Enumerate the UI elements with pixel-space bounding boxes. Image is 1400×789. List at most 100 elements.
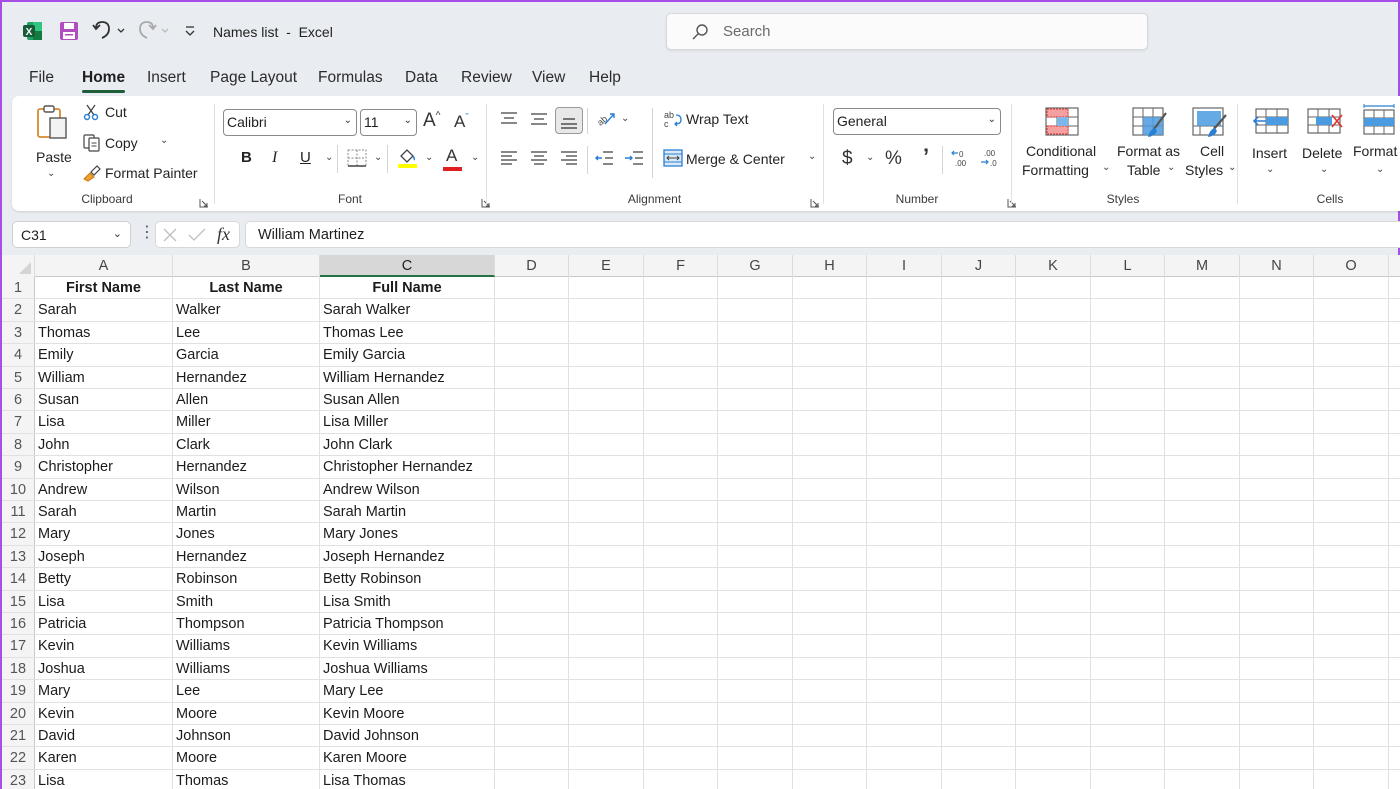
cell-h9[interactable]: [793, 456, 867, 478]
cell-d13[interactable]: [495, 545, 569, 568]
grow-font-button[interactable]: A^: [423, 110, 440, 132]
cell-b17[interactable]: Williams: [173, 635, 320, 657]
formula-input[interactable]: William Martinez: [245, 221, 1400, 248]
cell-h19[interactable]: [793, 680, 867, 702]
cell-i8[interactable]: [867, 433, 942, 456]
cell-e4[interactable]: [569, 344, 644, 366]
cell-a18[interactable]: Joshua: [35, 657, 173, 680]
cell-o18[interactable]: [1314, 657, 1389, 680]
cell-a5[interactable]: William: [35, 366, 173, 388]
cell-j9[interactable]: [942, 456, 1016, 478]
cell-m4[interactable]: [1165, 344, 1240, 366]
cell-k16[interactable]: [1016, 613, 1091, 635]
cell-l16[interactable]: [1091, 613, 1165, 635]
column-header-d[interactable]: D: [495, 255, 569, 277]
align-center-button[interactable]: [530, 150, 548, 171]
cell-i22[interactable]: [867, 747, 942, 769]
cell-a2[interactable]: Sarah: [35, 299, 173, 321]
cell-a9[interactable]: Christopher: [35, 456, 173, 478]
cell-a10[interactable]: Andrew: [35, 478, 173, 500]
cell-n12[interactable]: [1240, 523, 1314, 545]
cell-c12[interactable]: Mary Jones: [320, 523, 495, 545]
cell-m3[interactable]: [1165, 321, 1240, 344]
increase-decimal-button[interactable]: 0 .00: [950, 147, 972, 174]
row-header[interactable]: 1: [2, 277, 35, 299]
cell-l13[interactable]: [1091, 545, 1165, 568]
cell-b20[interactable]: Moore: [173, 702, 320, 724]
cell-f2[interactable]: [644, 299, 718, 321]
row-header[interactable]: 14: [2, 568, 35, 590]
row-header[interactable]: 6: [2, 389, 35, 411]
row-header[interactable]: 21: [2, 725, 35, 747]
cell-g4[interactable]: [718, 344, 793, 366]
column-header-j[interactable]: J: [942, 255, 1016, 277]
cell-a15[interactable]: Lisa: [35, 590, 173, 612]
cell-h3[interactable]: [793, 321, 867, 344]
format-as-table-button[interactable]: Format as Table ⌄: [1115, 104, 1181, 184]
cell-j5[interactable]: [942, 366, 1016, 388]
cell-j7[interactable]: [942, 411, 1016, 433]
cell-c16[interactable]: Patricia Thompson: [320, 613, 495, 635]
cell-n23[interactable]: [1240, 769, 1314, 789]
cell-m22[interactable]: [1165, 747, 1240, 769]
cell-c3[interactable]: Thomas Lee: [320, 321, 495, 344]
cell-g23[interactable]: [718, 769, 793, 789]
cell-a13[interactable]: Joseph: [35, 545, 173, 568]
cell-b22[interactable]: Moore: [173, 747, 320, 769]
cell-h16[interactable]: [793, 613, 867, 635]
cell-n14[interactable]: [1240, 568, 1314, 590]
paste-button[interactable]: Paste ⌄: [26, 100, 76, 180]
cell-o19[interactable]: [1314, 680, 1389, 702]
cell-d8[interactable]: [495, 433, 569, 456]
cell-b2[interactable]: Walker: [173, 299, 320, 321]
cell-k20[interactable]: [1016, 702, 1091, 724]
underline-dropdown-icon[interactable]: ⌄: [325, 152, 333, 163]
cell-i21[interactable]: [867, 725, 942, 747]
cell-m16[interactable]: [1165, 613, 1240, 635]
cell-a11[interactable]: Sarah: [35, 501, 173, 523]
cell-b9[interactable]: Hernandez: [173, 456, 320, 478]
cell-f23[interactable]: [644, 769, 718, 789]
cell-f20[interactable]: [644, 702, 718, 724]
cell-o14[interactable]: [1314, 568, 1389, 590]
cell-f12[interactable]: [644, 523, 718, 545]
cell-c18[interactable]: Joshua Williams: [320, 657, 495, 680]
cell-i16[interactable]: [867, 613, 942, 635]
cell-n21[interactable]: [1240, 725, 1314, 747]
cell-n6[interactable]: [1240, 389, 1314, 411]
cell-g19[interactable]: [718, 680, 793, 702]
cell-i5[interactable]: [867, 366, 942, 388]
clipboard-launcher-icon[interactable]: [199, 195, 209, 208]
cell-d6[interactable]: [495, 389, 569, 411]
cell-g14[interactable]: [718, 568, 793, 590]
percent-button[interactable]: %: [885, 148, 902, 170]
cell-l19[interactable]: [1091, 680, 1165, 702]
cell-h15[interactable]: [793, 590, 867, 612]
cell-l15[interactable]: [1091, 590, 1165, 612]
cell-k17[interactable]: [1016, 635, 1091, 657]
cell-g20[interactable]: [718, 702, 793, 724]
decrease-decimal-button[interactable]: .00 .0: [979, 147, 1001, 174]
column-header-e[interactable]: E: [569, 255, 644, 277]
cell-o15[interactable]: [1314, 590, 1389, 612]
cell-h11[interactable]: [793, 501, 867, 523]
cell-o1[interactable]: [1314, 277, 1389, 299]
tab-file[interactable]: File: [29, 69, 54, 87]
cell-l21[interactable]: [1091, 725, 1165, 747]
copy-button[interactable]: Copy ⌄: [82, 132, 172, 154]
cell-c19[interactable]: Mary Lee: [320, 680, 495, 702]
cell-m2[interactable]: [1165, 299, 1240, 321]
cell-f6[interactable]: [644, 389, 718, 411]
cell-h18[interactable]: [793, 657, 867, 680]
cell-f13[interactable]: [644, 545, 718, 568]
cell-f5[interactable]: [644, 366, 718, 388]
cell-o6[interactable]: [1314, 389, 1389, 411]
cancel-icon[interactable]: [162, 227, 178, 248]
cell-h8[interactable]: [793, 433, 867, 456]
cell-i13[interactable]: [867, 545, 942, 568]
cell-f11[interactable]: [644, 501, 718, 523]
wrap-text-button[interactable]: ab c Wrap Text: [663, 109, 763, 133]
cell-m9[interactable]: [1165, 456, 1240, 478]
cell-e9[interactable]: [569, 456, 644, 478]
cell-f22[interactable]: [644, 747, 718, 769]
